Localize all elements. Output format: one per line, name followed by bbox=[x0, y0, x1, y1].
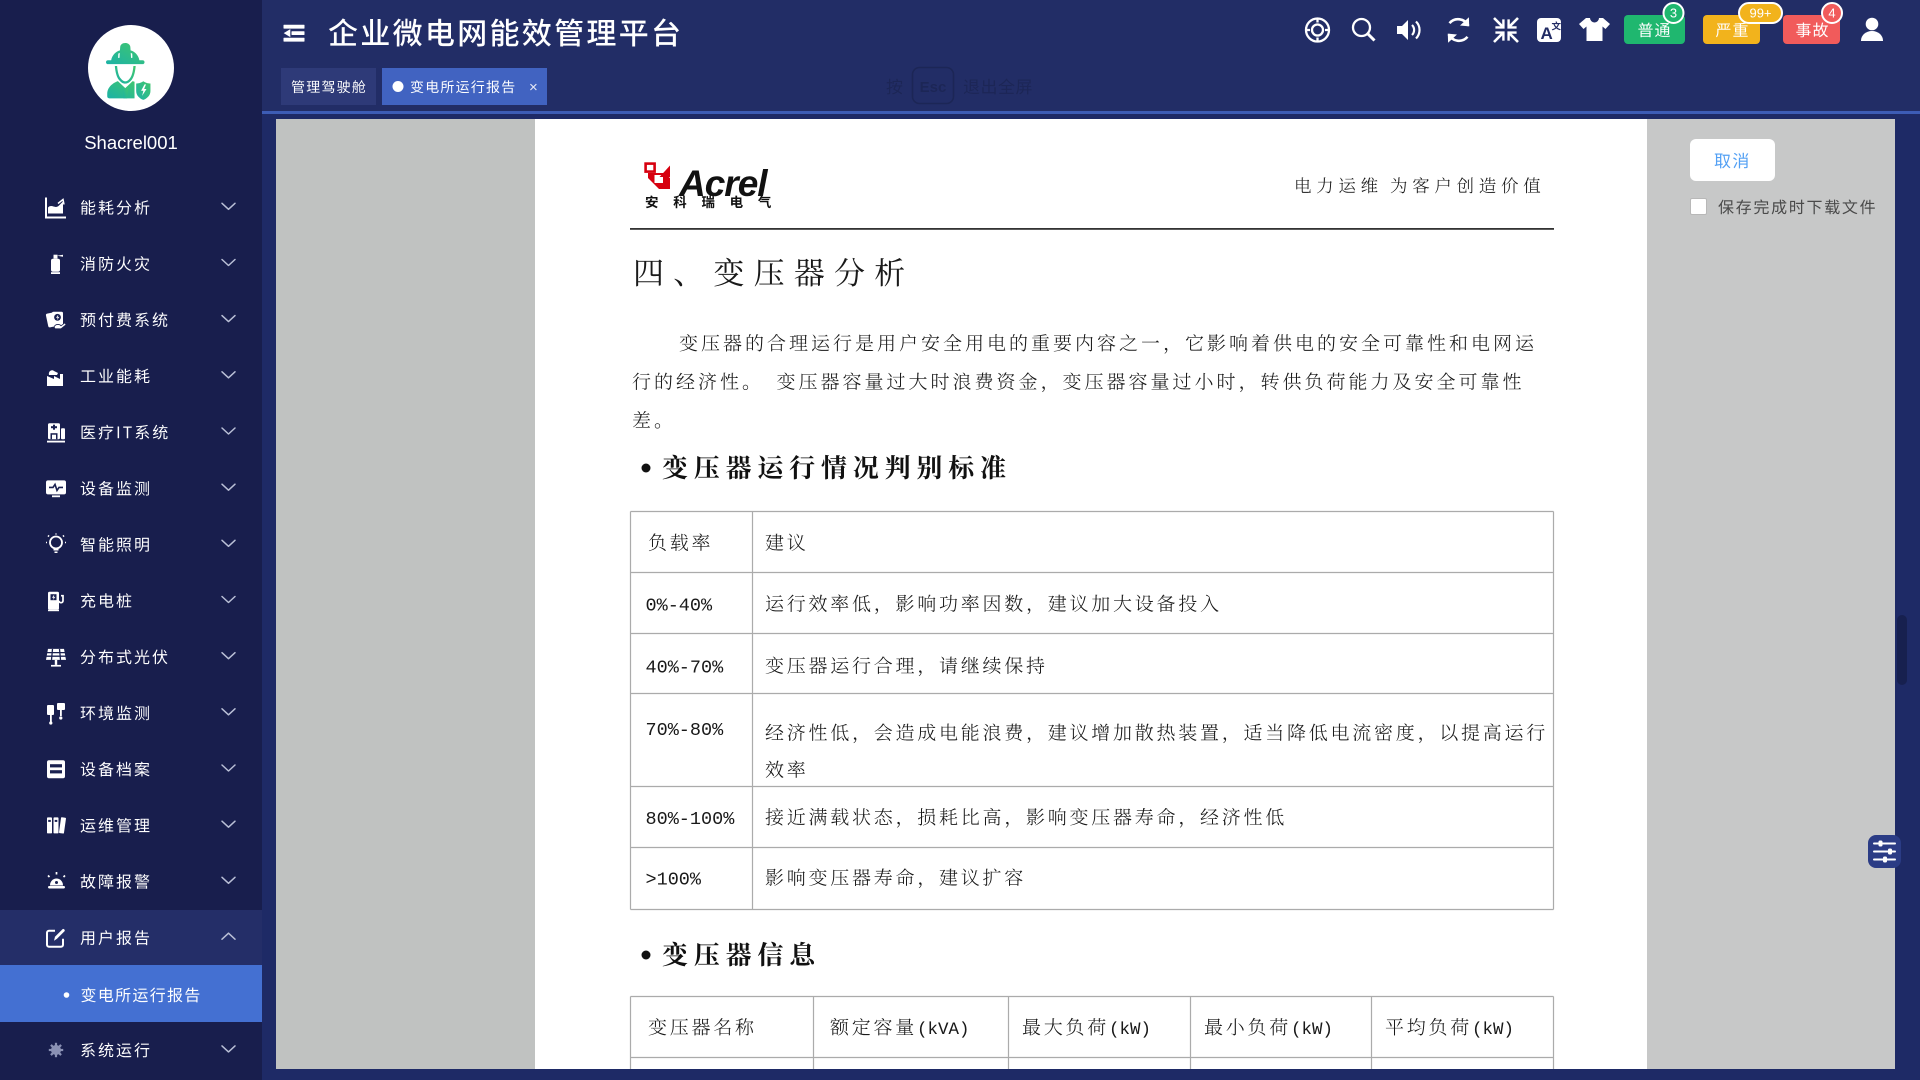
svg-text:80%-100%: 80%-100% bbox=[646, 809, 736, 830]
svg-text:4: 4 bbox=[1828, 6, 1835, 21]
svg-text:70%-80%: 70%-80% bbox=[646, 720, 725, 741]
svg-text:Acrel: Acrel bbox=[678, 163, 768, 204]
svg-text:0%-40%: 0%-40% bbox=[646, 596, 714, 617]
svg-text:×: × bbox=[529, 79, 538, 96]
svg-text:Shacrel001: Shacrel001 bbox=[84, 132, 178, 153]
svg-text:40%-70%: 40%-70% bbox=[646, 658, 725, 679]
svg-text:>100%: >100% bbox=[646, 870, 702, 891]
svg-text:A: A bbox=[1541, 24, 1553, 43]
svg-text:Esc: Esc bbox=[920, 79, 947, 96]
svg-text:99+: 99+ bbox=[1749, 6, 1771, 21]
svg-text:3: 3 bbox=[1670, 6, 1677, 21]
